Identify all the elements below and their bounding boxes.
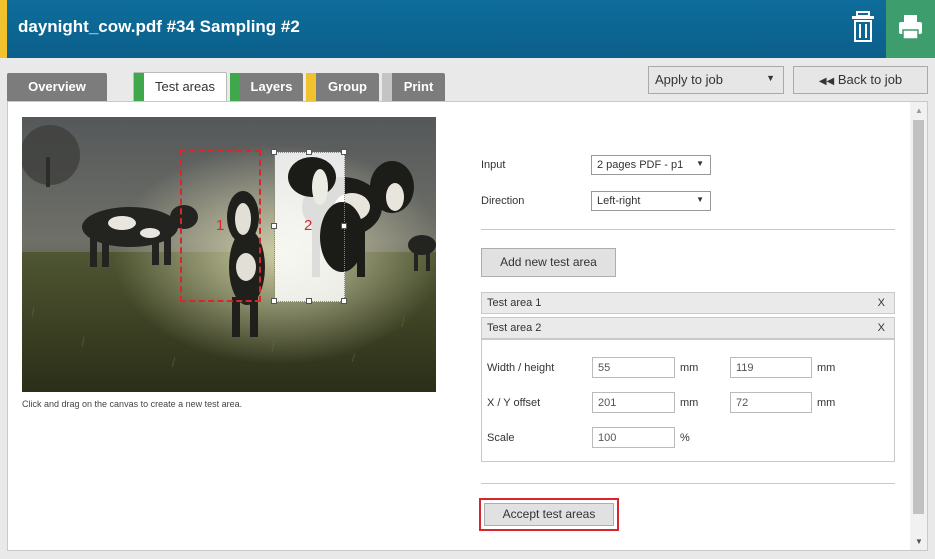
scrollbar-thumb[interactable]	[913, 120, 924, 514]
tab-color-bar	[306, 73, 316, 101]
width-unit: mm	[680, 362, 699, 374]
printer-icon	[899, 15, 922, 40]
remove-test-area-1-button[interactable]: X	[878, 297, 885, 309]
test-area-row-label: Test area 2	[487, 322, 542, 334]
chevron-down-icon: ▼	[766, 73, 775, 83]
test-area-2-label: 2	[304, 217, 313, 234]
header-accent-bar	[0, 0, 7, 58]
apply-to-job-select[interactable]: Apply to job ▼	[648, 66, 784, 94]
back-to-job-label: Back to job	[837, 72, 903, 87]
scroll-up-icon[interactable]: ▲	[915, 106, 923, 115]
remove-test-area-2-button[interactable]: X	[878, 322, 885, 334]
scale-input[interactable]: 100	[592, 427, 675, 448]
test-area-row-2[interactable]: Test area 2 X	[481, 317, 895, 339]
xy-offset-label: X / Y offset	[487, 397, 541, 409]
y-offset-unit: mm	[817, 397, 836, 409]
resize-handle[interactable]	[306, 298, 312, 304]
tab-color-bar	[230, 73, 240, 101]
tab-label: Layers	[250, 79, 293, 94]
resize-handle[interactable]	[271, 223, 277, 229]
print-button[interactable]	[886, 0, 935, 58]
page-title: daynight_cow.pdf #34 Sampling #2	[18, 17, 300, 36]
scale-label: Scale	[487, 432, 515, 444]
x-offset-input[interactable]: 201	[592, 392, 675, 413]
test-area-row-1[interactable]: Test area 1 X	[481, 292, 895, 314]
accept-highlight: Accept test areas	[479, 498, 619, 531]
trash-icon[interactable]	[848, 10, 878, 44]
tab-color-bar	[382, 73, 392, 101]
back-to-job-button[interactable]: ◀◀ Back to job	[793, 66, 928, 94]
apply-to-job-value: Apply to job	[655, 72, 723, 87]
x-offset-unit: mm	[680, 397, 699, 409]
resize-handle[interactable]	[306, 149, 312, 155]
scroll-down-icon[interactable]: ▼	[915, 537, 923, 546]
chevron-down-icon: ▼	[696, 159, 704, 168]
direction-select[interactable]: Left-right ▼	[591, 191, 711, 211]
test-area-row-label: Test area 1	[487, 297, 542, 309]
add-test-area-button[interactable]: Add new test area	[481, 248, 616, 277]
tab-label: Print	[403, 79, 434, 94]
direction-select-value: Left-right	[597, 195, 641, 207]
height-input[interactable]: 119	[730, 357, 812, 378]
y-offset-input[interactable]: 72	[730, 392, 812, 413]
tab-overview[interactable]: Overview	[7, 73, 107, 101]
accept-test-areas-button[interactable]: Accept test areas	[484, 503, 614, 526]
test-area-1-label: 1	[216, 217, 225, 234]
divider	[481, 483, 895, 484]
tab-test-areas[interactable]: Test areas	[133, 72, 227, 102]
chevron-down-icon: ▼	[696, 195, 704, 204]
double-arrow-left-icon: ◀◀	[818, 76, 835, 87]
scale-unit: %	[680, 432, 690, 444]
tab-print[interactable]: Print	[382, 73, 445, 101]
input-select[interactable]: 2 pages PDF - p1 ▼	[591, 155, 711, 175]
input-label: Input	[481, 159, 506, 171]
tab-label: Group	[328, 79, 367, 94]
height-unit: mm	[817, 362, 836, 374]
scrollbar[interactable]: ▲ ▼	[910, 102, 927, 550]
tab-label: Test areas	[155, 79, 215, 94]
preview-canvas[interactable]: 1 2	[22, 117, 436, 392]
resize-handle[interactable]	[341, 149, 347, 155]
resize-handle[interactable]	[271, 298, 277, 304]
tab-group[interactable]: Group	[306, 73, 379, 101]
app-header: daynight_cow.pdf #34 Sampling #2	[0, 0, 935, 58]
canvas-hint: Click and drag on the canvas to create a…	[22, 399, 243, 409]
width-height-label: Width / height	[487, 362, 555, 374]
resize-handle[interactable]	[341, 223, 347, 229]
resize-handle[interactable]	[341, 298, 347, 304]
tab-color-bar	[134, 73, 144, 102]
width-input[interactable]: 55	[592, 357, 675, 378]
input-select-value: 2 pages PDF - p1	[597, 159, 684, 171]
resize-handle[interactable]	[271, 149, 277, 155]
tab-layers[interactable]: Layers	[230, 73, 303, 101]
direction-label: Direction	[481, 195, 525, 207]
divider	[481, 229, 895, 230]
